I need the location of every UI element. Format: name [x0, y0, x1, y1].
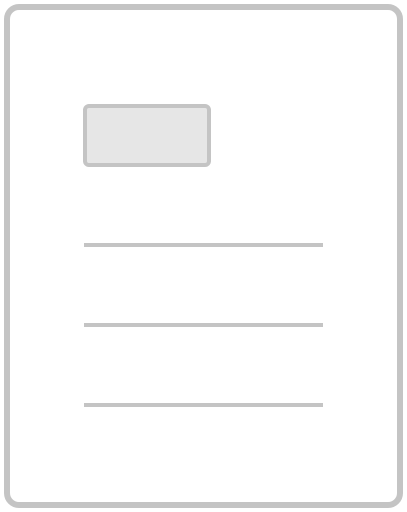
document-icon [4, 4, 403, 508]
header-block [83, 104, 211, 167]
page-outline [4, 4, 403, 508]
